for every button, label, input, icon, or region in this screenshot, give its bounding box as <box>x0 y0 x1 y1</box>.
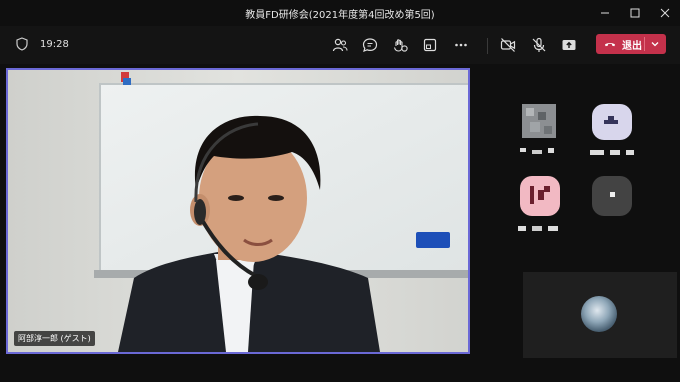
chat-icon <box>362 38 378 52</box>
window-controls <box>590 0 680 26</box>
participants-icon <box>332 38 348 52</box>
window-title: 教員FD研修会(2021年度第4回改め第5回) <box>245 10 435 21</box>
reactions-button[interactable] <box>389 34 411 56</box>
participant-name-tag: 阿部淳一郎 (ゲスト) <box>14 331 95 346</box>
participant-avatar-2[interactable] <box>586 100 640 160</box>
mic-toggle-button[interactable] <box>528 34 550 56</box>
share-screen-button[interactable] <box>558 34 580 56</box>
maximize-icon <box>630 8 640 18</box>
minimize-button[interactable] <box>590 0 620 26</box>
leave-divider <box>644 37 645 51</box>
minimize-icon <box>601 12 609 14</box>
mic-off-icon <box>532 37 546 52</box>
shield-icon[interactable] <box>16 37 28 51</box>
maximize-button[interactable] <box>620 0 650 26</box>
self-view-tile[interactable] <box>523 272 677 358</box>
leave-label: 退出 <box>622 40 642 52</box>
title-bar: 教員FD研修会(2021年度第4回改め第5回) <box>0 0 680 26</box>
camera-toggle-button[interactable] <box>497 34 519 56</box>
participant-avatar-4[interactable] <box>586 174 640 224</box>
share-tray-icon <box>423 38 437 52</box>
leave-button[interactable]: 退出 <box>596 34 666 54</box>
reactions-icon <box>393 39 408 52</box>
share-screen-icon <box>562 40 576 50</box>
main-video-tile[interactable]: 阿部淳一郎 (ゲスト) <box>6 68 470 354</box>
meeting-timer: 19:28 <box>40 38 69 50</box>
close-button[interactable] <box>650 0 680 26</box>
meeting-info: 19:28 <box>16 37 69 51</box>
share-tray-button[interactable] <box>419 34 441 56</box>
more-actions-button[interactable] <box>450 34 472 56</box>
meeting-toolbar: 19:28 <box>0 26 680 64</box>
participants-button[interactable] <box>329 34 351 56</box>
participant-avatar-3[interactable] <box>514 174 568 234</box>
close-icon <box>660 8 670 18</box>
speaker-video-feed <box>8 70 468 352</box>
phone-hangup-icon <box>605 43 615 47</box>
chat-button[interactable] <box>359 34 381 56</box>
more-icon <box>455 43 467 47</box>
chevron-down-icon[interactable] <box>650 39 660 49</box>
toolbar-divider <box>487 38 488 54</box>
camera-off-icon <box>500 38 516 52</box>
participant-avatar-1[interactable] <box>514 100 564 160</box>
self-avatar <box>581 296 617 332</box>
